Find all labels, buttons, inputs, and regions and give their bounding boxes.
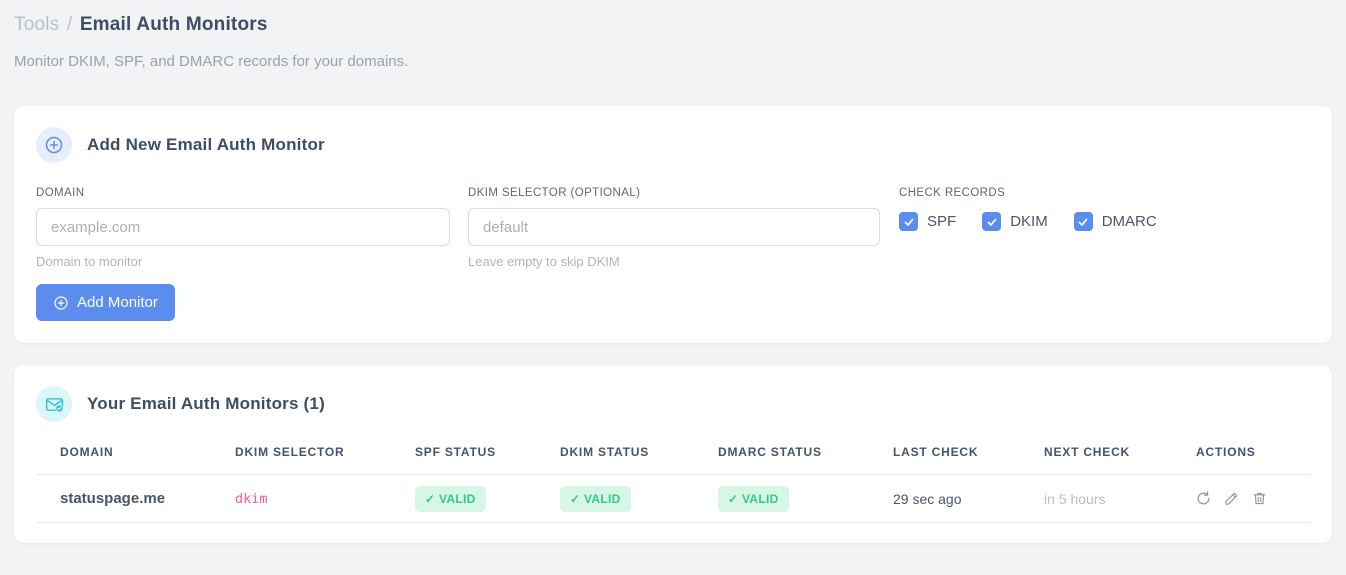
add-monitor-button[interactable]: Add Monitor <box>36 284 175 321</box>
page-title: Email Auth Monitors <box>79 14 268 35</box>
monitors-table: DOMAIN DKIM SELECTOR SPF STATUS DKIM STA… <box>36 445 1310 523</box>
table-row: statuspage.me dkim ✓ VALID ✓ VALID ✓ VAL… <box>36 475 1310 523</box>
col-header-dkim-status: DKIM STATUS <box>560 445 650 459</box>
domain-input[interactable] <box>36 208 450 246</box>
plus-circle-icon <box>53 295 69 311</box>
monitor-dkim-selector: dkim <box>235 490 268 507</box>
trash-icon[interactable] <box>1252 491 1267 506</box>
checkbox-dkim[interactable]: DKIM <box>982 212 1048 231</box>
edit-pencil-icon[interactable] <box>1224 491 1239 506</box>
breadcrumb-separator: / <box>66 14 73 35</box>
domain-field-group: DOMAIN Domain to monitor <box>36 187 450 269</box>
page-header: Tools / Email Auth Monitors Monitor DKIM… <box>0 12 1346 70</box>
check-records-row: SPF DKIM DMARC <box>899 212 1310 231</box>
add-monitor-form: DOMAIN Domain to monitor DKIM SELECTOR (… <box>36 187 1310 269</box>
col-header-actions: ACTIONS <box>1196 445 1256 459</box>
monitor-next-check: in 5 hours <box>1044 490 1106 507</box>
col-header-spf-status: SPF STATUS <box>415 445 496 459</box>
check-records-group: CHECK RECORDS SPF DKIM DMARC <box>899 187 1310 231</box>
dmarc-status-cell: ✓ VALID <box>694 485 869 512</box>
dkim-selector-field-label: DKIM SELECTOR (OPTIONAL) <box>468 187 641 199</box>
add-monitor-card-header: Add New Email Auth Monitor <box>36 127 1310 163</box>
col-header-dmarc-status: DMARC STATUS <box>718 445 822 459</box>
add-monitor-card: Add New Email Auth Monitor DOMAIN Domain… <box>14 106 1332 343</box>
col-header-domain: DOMAIN <box>60 445 114 459</box>
page-subtitle: Monitor DKIM, SPF, and DMARC records for… <box>14 53 409 70</box>
col-header-last-check: LAST CHECK <box>893 445 979 459</box>
checkbox-dmarc[interactable]: DMARC <box>1073 212 1157 231</box>
domain-field-label: DOMAIN <box>36 187 85 199</box>
check-records-label: CHECK RECORDS <box>899 187 1006 199</box>
checkbox-dkim-label: DKIM <box>1010 213 1048 230</box>
spf-status-cell: ✓ VALID <box>391 485 536 512</box>
breadcrumb-tools-link[interactable]: Tools <box>14 14 59 35</box>
envelope-check-icon <box>36 386 72 422</box>
breadcrumb: Tools / Email Auth Monitors <box>14 14 1332 36</box>
dkim-selector-field-hint: Leave empty to skip DKIM <box>468 254 620 269</box>
refresh-icon[interactable] <box>1196 491 1211 506</box>
domain-field-hint: Domain to monitor <box>36 254 143 269</box>
add-monitor-card-title: Add New Email Auth Monitor <box>87 135 325 154</box>
monitors-table-header: DOMAIN DKIM SELECTOR SPF STATUS DKIM STA… <box>36 445 1310 475</box>
plus-circle-icon <box>36 127 72 163</box>
monitors-card-title: Your Email Auth Monitors (1) <box>87 394 325 413</box>
monitors-list-card: Your Email Auth Monitors (1) DOMAIN DKIM… <box>14 365 1332 543</box>
row-actions <box>1172 491 1310 506</box>
dmarc-valid-badge: ✓ VALID <box>718 485 789 512</box>
dkim-valid-badge: ✓ VALID <box>560 485 631 512</box>
email-auth-monitors-page: Tools / Email Auth Monitors Monitor DKIM… <box>0 0 1346 575</box>
dkim-selector-field-group: DKIM SELECTOR (OPTIONAL) Leave empty to … <box>468 187 880 269</box>
checkbox-checked-icon <box>1073 212 1093 231</box>
col-header-dkim-selector: DKIM SELECTOR <box>235 445 345 459</box>
dkim-selector-input[interactable] <box>468 208 880 246</box>
monitor-domain: statuspage.me <box>60 490 166 507</box>
checkbox-checked-icon <box>982 212 1002 231</box>
spf-valid-badge: ✓ VALID <box>415 485 486 512</box>
monitor-last-check: 29 sec ago <box>893 490 962 507</box>
checkbox-checked-icon <box>899 212 918 231</box>
add-monitor-button-label: Add Monitor <box>77 294 158 311</box>
monitors-card-header: Your Email Auth Monitors (1) <box>36 386 1310 422</box>
checkbox-spf-label: SPF <box>927 213 957 230</box>
checkbox-dmarc-label: DMARC <box>1101 213 1157 230</box>
col-header-next-check: NEXT CHECK <box>1044 445 1131 459</box>
dkim-status-cell: ✓ VALID <box>536 485 694 512</box>
checkbox-spf[interactable]: SPF <box>899 212 956 231</box>
